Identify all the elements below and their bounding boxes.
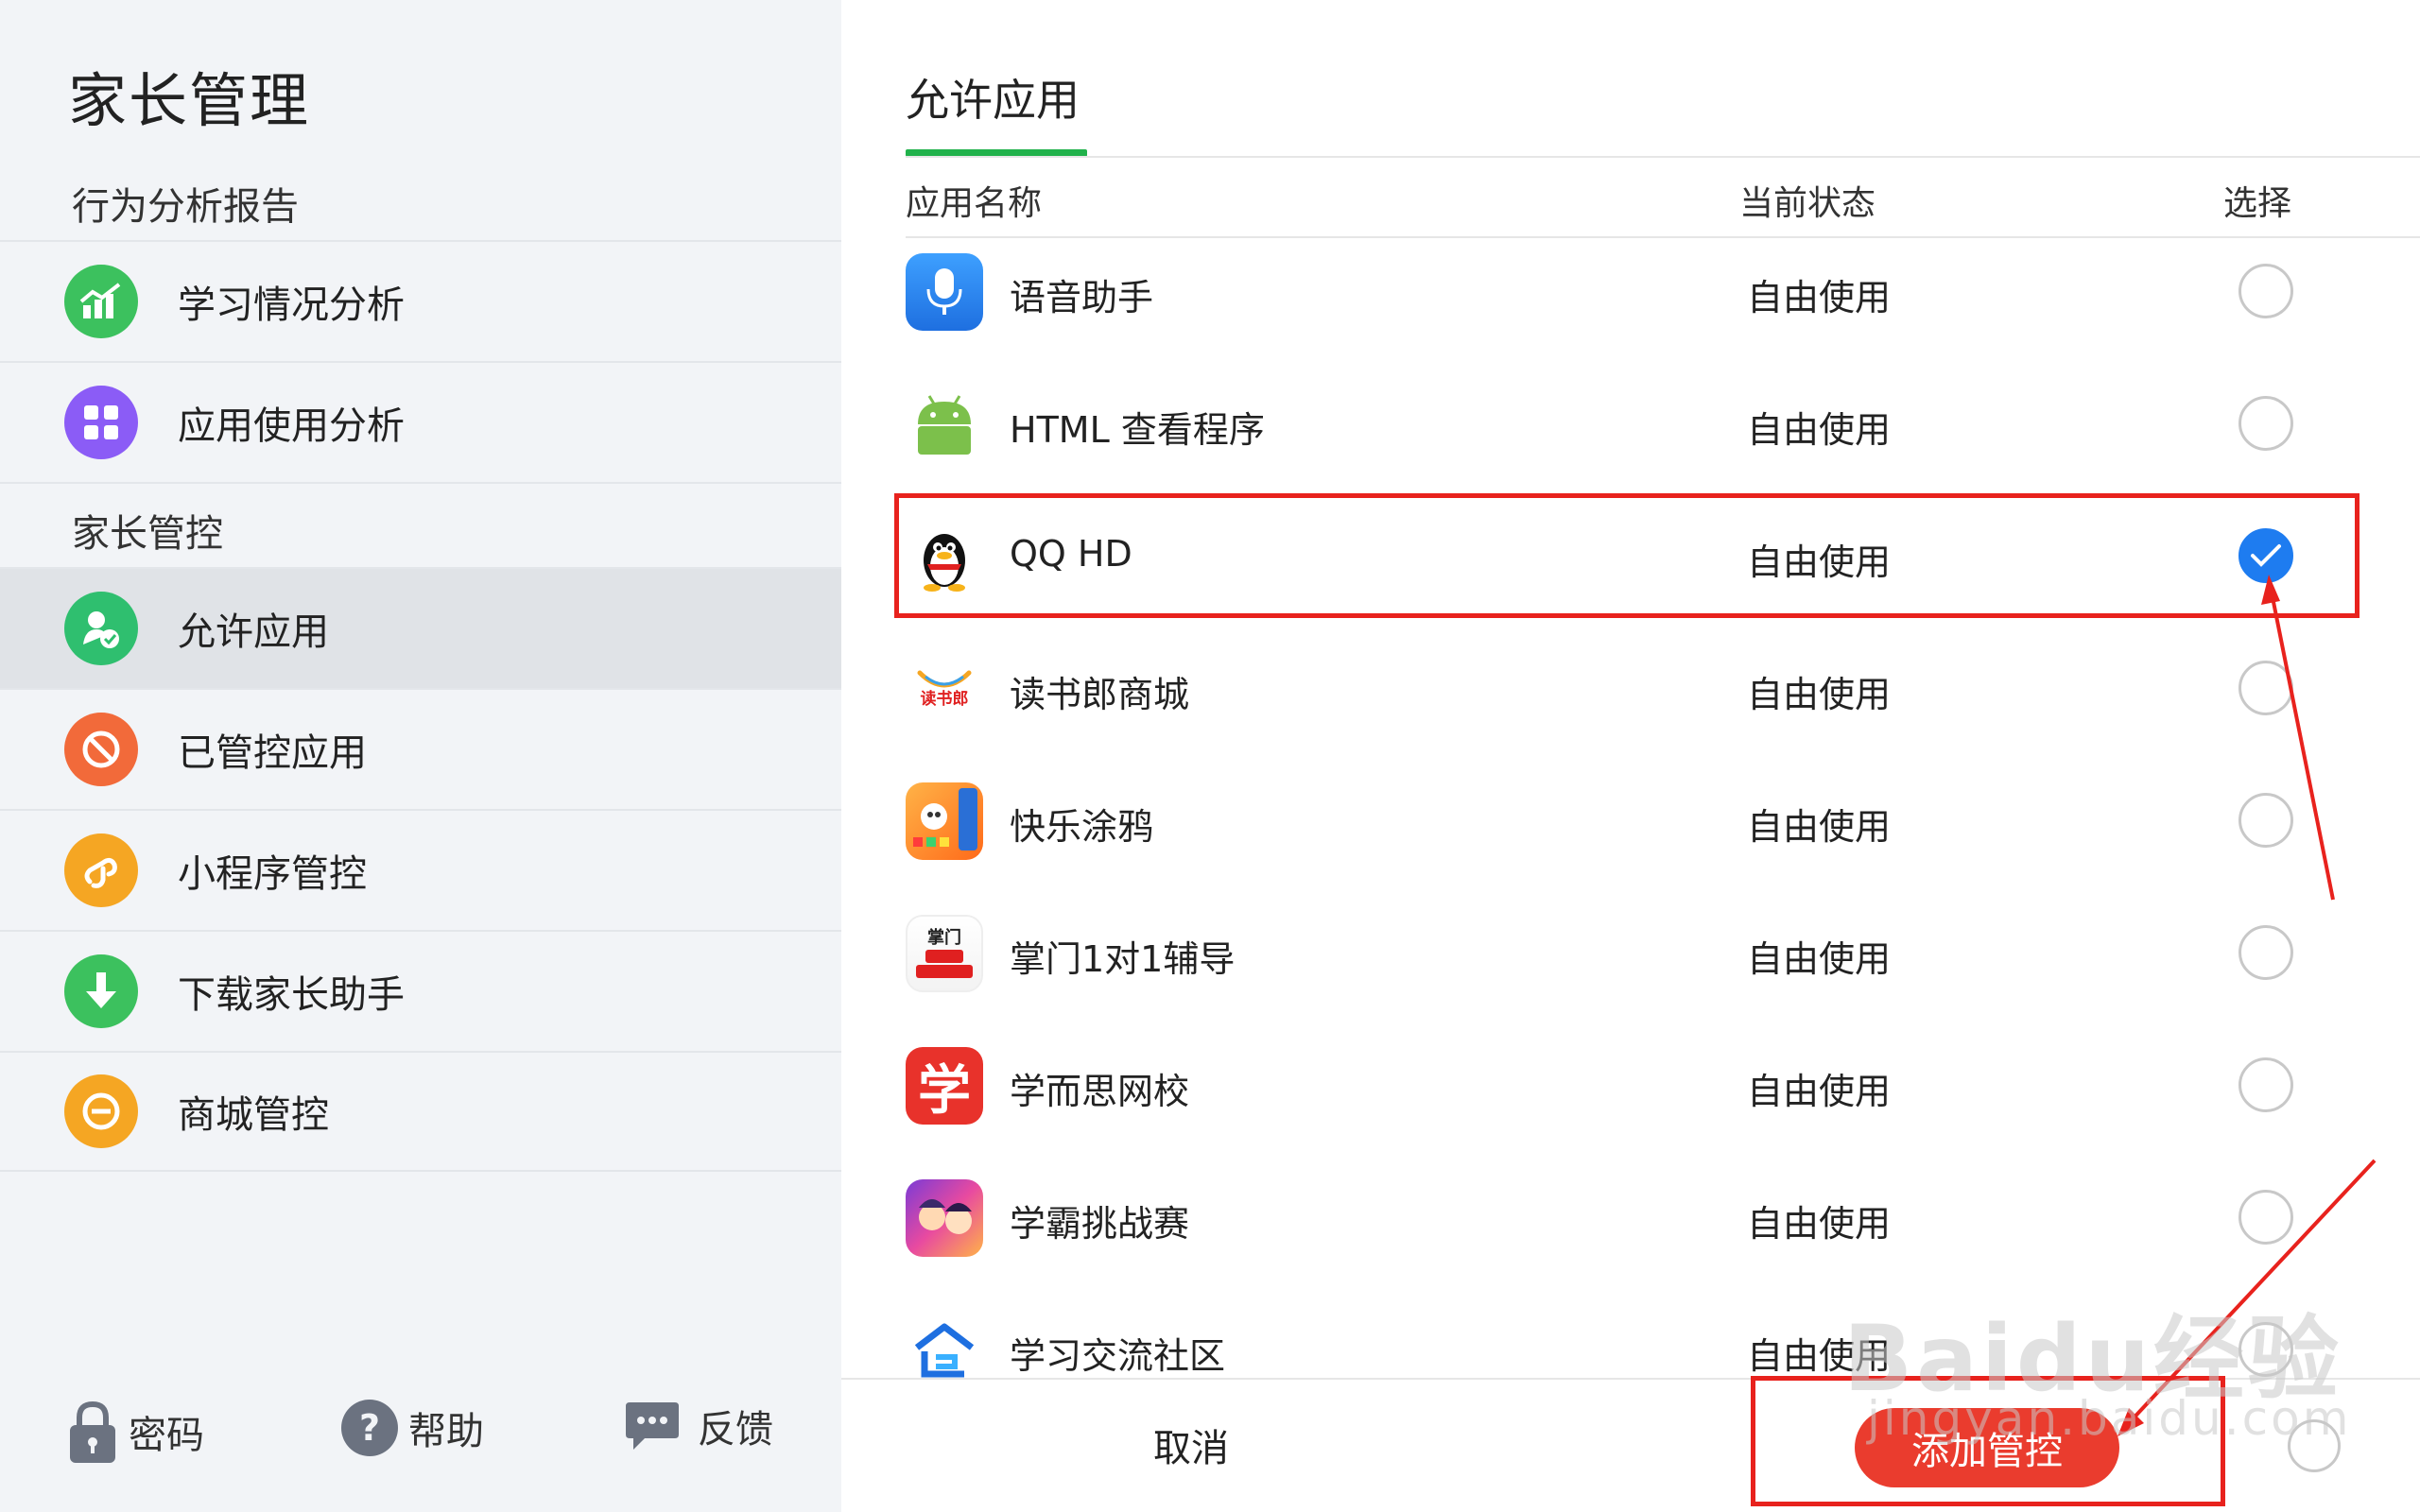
watermark-url: jingyan.baidu.com (1867, 1391, 2352, 1446)
